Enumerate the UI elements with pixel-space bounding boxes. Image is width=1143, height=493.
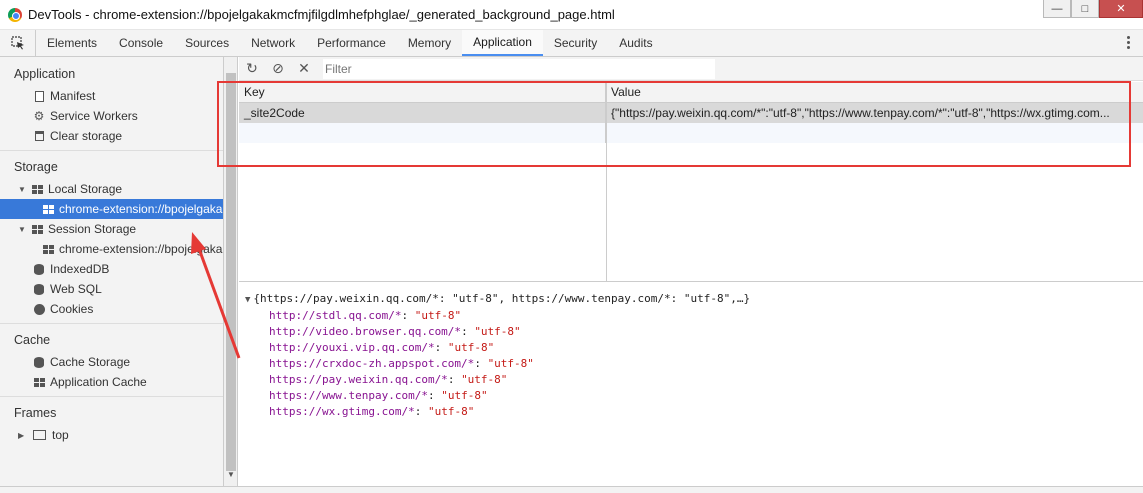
table-cell-key[interactable]: _site2Code <box>239 103 606 123</box>
clear-all-icon[interactable]: ⊘ <box>265 57 291 81</box>
document-icon <box>33 90 45 102</box>
sidebar-item-session-storage-origin[interactable]: chrome-extension://bpojelgakakmcfmjfilgd… <box>0 239 223 259</box>
delete-selected-icon[interactable]: ✕ <box>291 57 317 81</box>
storage-table: Key Value _site2Code {"https://pay.weixi… <box>239 82 1143 282</box>
sidebar-item-label: chrome-extension://bpojelgakakmcfmjfilgd… <box>59 242 223 256</box>
column-divider <box>606 82 607 282</box>
tab-console[interactable]: Console <box>108 30 174 56</box>
sidebar-item-label: Local Storage <box>48 182 123 196</box>
sidebar-item-session-storage[interactable]: ▼ Session Storage <box>0 219 223 239</box>
trash-icon <box>33 130 45 142</box>
sidebar-item-manifest[interactable]: Manifest <box>0 86 223 106</box>
sidebar-item-label: Service Workers <box>50 109 138 123</box>
drawer-bar <box>0 486 1143 493</box>
sidebar-item-label: IndexedDB <box>50 262 110 276</box>
sidebar-item-label: Web SQL <box>50 282 102 296</box>
sidebar-scrollbar[interactable]: ▼ <box>224 57 238 493</box>
grid-icon <box>43 203 54 215</box>
database-icon <box>33 263 45 275</box>
preview-entry: https://www.tenpay.com/*: "utf-8" <box>269 389 488 402</box>
sidebar-item-clear-storage[interactable]: Clear storage <box>0 126 223 146</box>
tab-elements[interactable]: Elements <box>36 30 108 56</box>
sidebar-item-label: Session Storage <box>48 222 137 236</box>
gear-icon: ⚙ <box>33 109 45 123</box>
section-header-cache: Cache <box>14 333 51 347</box>
storage-main-panel: ↻ ⊘ ✕ Key Value _site2Code {"https://pay… <box>239 57 1143 493</box>
preview-entry: http://video.browser.qq.com/*: "utf-8" <box>269 325 521 338</box>
sidebar-item-label: Manifest <box>50 89 96 103</box>
window-controls: — □ ✕ <box>1043 0 1143 18</box>
expand-triangle-icon[interactable]: ▼ <box>18 225 28 234</box>
section-header-storage: Storage <box>14 160 58 174</box>
storage-toolbar: ↻ ⊘ ✕ <box>239 57 1143 81</box>
section-header-application: Application <box>14 67 76 81</box>
value-preview: ▼ {https://pay.weixin.qq.com/*: "utf-8", … <box>245 291 750 420</box>
tab-network[interactable]: Network <box>240 30 306 56</box>
sidebar-item-indexeddb[interactable]: IndexedDB <box>0 259 223 279</box>
divider <box>0 396 223 397</box>
sidebar-item-label: Cache Storage <box>50 355 131 369</box>
sidebar-item-service-workers[interactable]: ⚙ Service Workers <box>0 106 223 126</box>
database-icon <box>33 283 45 295</box>
grid-icon <box>43 243 54 255</box>
preview-entry: https://crxdoc-zh.appspot.com/*: "utf-8" <box>269 357 534 370</box>
column-header-key[interactable]: Key <box>239 82 606 102</box>
preview-entry: https://pay.weixin.qq.com/*: "utf-8" <box>269 373 508 386</box>
grid-icon <box>31 223 43 235</box>
divider <box>0 323 223 324</box>
expand-triangle-icon[interactable]: ▼ <box>18 185 28 194</box>
preview-entry: http://youxi.vip.qq.com/*: "utf-8" <box>269 341 495 354</box>
scroll-down-icon[interactable]: ▼ <box>227 470 235 479</box>
inspect-element-button[interactable] <box>0 30 36 56</box>
divider <box>0 150 223 151</box>
sidebar-item-label: Cookies <box>50 302 94 316</box>
devtools-tab-bar: Elements Console Sources Network Perform… <box>0 30 1143 57</box>
cursor-select-icon <box>10 36 24 50</box>
sidebar-item-label: top <box>52 428 69 442</box>
table-row[interactable]: _site2Code {"https://pay.weixin.qq.com/*… <box>239 103 1143 123</box>
tab-memory[interactable]: Memory <box>397 30 462 56</box>
more-options-icon[interactable] <box>1127 36 1131 49</box>
expand-triangle-icon[interactable]: ▶ <box>18 431 28 440</box>
column-header-value[interactable]: Value <box>606 82 1143 102</box>
table-cell-value[interactable]: {"https://pay.weixin.qq.com/*":"utf-8","… <box>606 103 1143 123</box>
sidebar-item-cookies[interactable]: Cookies <box>0 299 223 319</box>
scrollbar-thumb[interactable] <box>226 73 236 471</box>
sidebar-item-application-cache[interactable]: Application Cache <box>0 372 223 392</box>
filter-input[interactable] <box>323 58 715 79</box>
maximize-button[interactable]: □ <box>1071 0 1099 18</box>
grid-icon <box>33 376 45 388</box>
collapse-triangle-icon[interactable]: ▼ <box>245 295 250 305</box>
preview-entry: http://stdl.qq.com/*: "utf-8" <box>269 309 462 322</box>
sidebar-item-label: chrome-extension://bpojelgakakmcfmjfilgd… <box>59 202 223 216</box>
application-sidebar: Application Manifest ⚙ Service Workers C… <box>0 57 224 493</box>
empty-table-row <box>239 123 1143 143</box>
sidebar-item-label: Application Cache <box>50 375 147 389</box>
frame-icon <box>31 429 47 441</box>
tab-performance[interactable]: Performance <box>306 30 397 56</box>
sidebar-item-label: Clear storage <box>50 129 123 143</box>
tab-security[interactable]: Security <box>543 30 608 56</box>
window-title: DevTools - chrome-extension://bpojelgaka… <box>28 7 615 22</box>
tab-application[interactable]: Application <box>462 30 543 56</box>
preview-entry: https://wx.gtimg.com/*: "utf-8" <box>269 405 475 418</box>
database-icon <box>33 356 45 368</box>
sidebar-item-frame-top[interactable]: ▶ top <box>0 425 223 445</box>
tab-audits[interactable]: Audits <box>608 30 663 56</box>
table-header: Key Value <box>239 82 1143 103</box>
preview-summary[interactable]: ▼ {https://pay.weixin.qq.com/*: "utf-8", … <box>245 291 750 308</box>
sidebar-item-local-storage-origin[interactable]: chrome-extension://bpojelgakakmcfmjfilgd… <box>0 199 223 219</box>
title-bar: DevTools - chrome-extension://bpojelgaka… <box>0 0 1143 30</box>
tab-sources[interactable]: Sources <box>174 30 240 56</box>
close-window-button[interactable]: ✕ <box>1099 0 1143 18</box>
section-header-frames: Frames <box>14 406 57 420</box>
sidebar-item-local-storage[interactable]: ▼ Local Storage <box>0 179 223 199</box>
chrome-logo-icon <box>8 7 22 22</box>
sidebar-item-websql[interactable]: Web SQL <box>0 279 223 299</box>
grid-icon <box>31 183 43 195</box>
minimize-button[interactable]: — <box>1043 0 1071 18</box>
refresh-icon[interactable]: ↻ <box>239 57 265 81</box>
cookie-icon <box>33 303 45 315</box>
sidebar-item-cache-storage[interactable]: Cache Storage <box>0 352 223 372</box>
